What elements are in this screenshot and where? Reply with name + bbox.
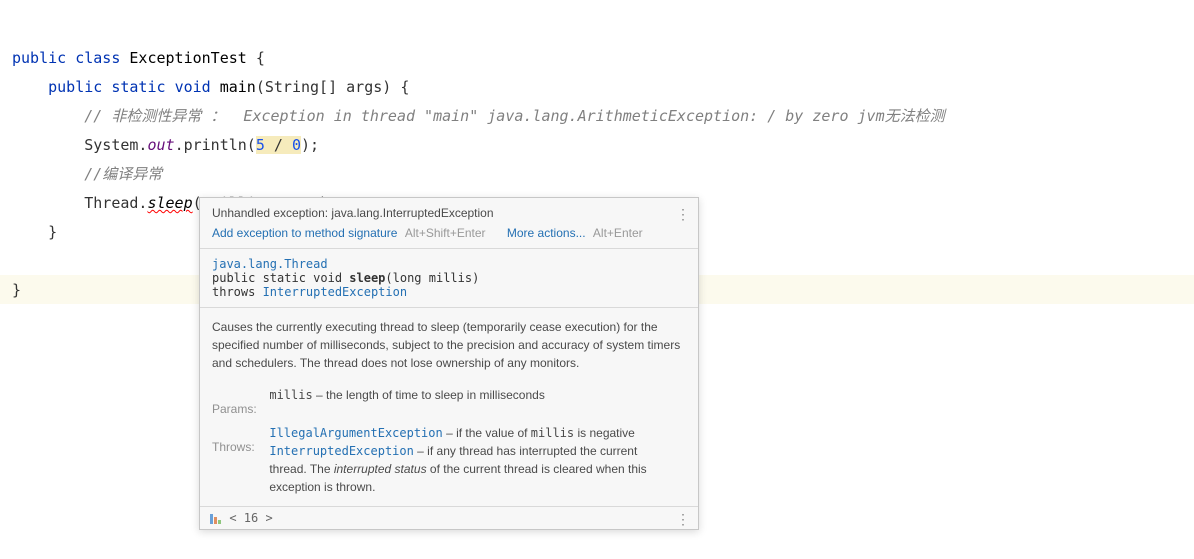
doc-signature: public static void sleep(long millis) bbox=[212, 271, 686, 285]
params-label: Params: bbox=[212, 400, 266, 418]
code-line-3[interactable]: // 非检测性异常 ： Exception in thread "main" j… bbox=[12, 107, 945, 125]
nav-counter[interactable]: < 16 > bbox=[229, 511, 272, 525]
interrupted-exception-link-2[interactable]: InterruptedException bbox=[269, 444, 414, 458]
signature-section: java.lang.Thread public static void slee… bbox=[200, 249, 698, 308]
throws-label: Throws: bbox=[212, 438, 266, 456]
error-tooltip-popup: Unhandled exception: java.lang.Interrupt… bbox=[199, 197, 699, 530]
add-exception-link[interactable]: Add exception to method signature bbox=[212, 226, 397, 240]
popup-header-section: Unhandled exception: java.lang.Interrupt… bbox=[200, 198, 698, 249]
doc-description: Causes the currently executing thread to… bbox=[212, 318, 686, 372]
error-message: Unhandled exception: java.lang.Interrupt… bbox=[212, 206, 686, 220]
hierarchy-icon[interactable] bbox=[210, 514, 222, 524]
doc-package-link[interactable]: java.lang.Thread bbox=[212, 257, 328, 271]
code-line-4[interactable]: System.out.println(5 / 0); bbox=[12, 136, 319, 154]
illegal-argument-exception-link[interactable]: IllegalArgumentException bbox=[269, 426, 442, 440]
params-row: Params: millis – the length of time to s… bbox=[212, 386, 686, 418]
params-body: millis – the length of time to sleep in … bbox=[269, 386, 669, 404]
footer-kebab-icon[interactable]: ⋮ bbox=[676, 511, 690, 528]
more-actions-link[interactable]: More actions... bbox=[507, 226, 586, 240]
shortcut-label-2: Alt+Enter bbox=[593, 226, 643, 240]
popup-actions-row: Add exception to method signature Alt+Sh… bbox=[212, 226, 686, 240]
code-line-8[interactable]: } bbox=[12, 281, 21, 299]
doc-throws-line: throws InterruptedException bbox=[212, 285, 686, 299]
code-line-5[interactable]: //编译异常 bbox=[12, 165, 162, 183]
throws-row: Throws: IllegalArgumentException – if th… bbox=[212, 424, 686, 496]
throws-body: IllegalArgumentException – if the value … bbox=[269, 424, 669, 496]
code-line-1[interactable]: public class ExceptionTest { bbox=[12, 49, 265, 67]
doc-footer: < 16 > ⋮ bbox=[200, 506, 698, 529]
kebab-menu-icon[interactable]: ⋮ bbox=[676, 206, 690, 223]
code-line-2[interactable]: public static void main(String[] args) { bbox=[12, 78, 409, 96]
documentation-section: Causes the currently executing thread to… bbox=[200, 308, 698, 506]
code-line-7[interactable]: } bbox=[12, 223, 57, 241]
interrupted-exception-link[interactable]: InterruptedException bbox=[263, 285, 408, 299]
shortcut-label: Alt+Shift+Enter bbox=[405, 226, 486, 240]
